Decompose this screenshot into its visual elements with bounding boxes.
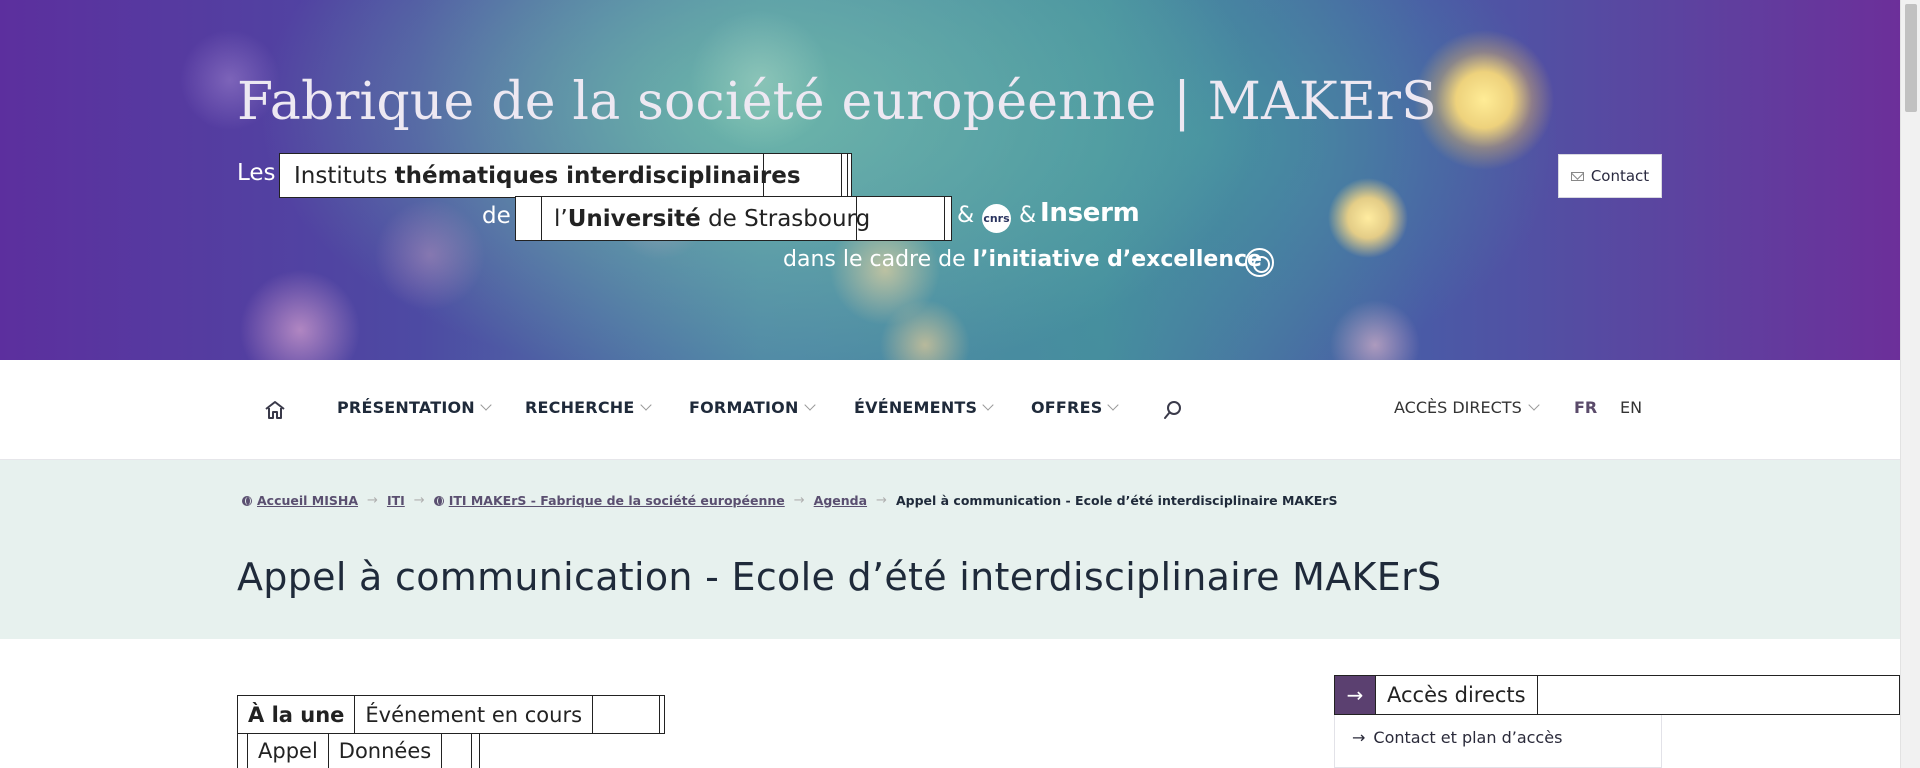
tab-appel[interactable]: Appel bbox=[248, 734, 329, 768]
chevron-down-icon bbox=[480, 399, 492, 411]
arrow-right-icon: → bbox=[876, 493, 887, 508]
universite-box: l’ Université de Strasbourg bbox=[515, 196, 952, 241]
site-title[interactable]: Fabrique de la société européenne | MAKE… bbox=[237, 72, 1437, 132]
ampersand: & bbox=[1019, 203, 1037, 228]
nav-label: FORMATION bbox=[689, 398, 799, 417]
box-cell bbox=[857, 197, 945, 240]
thematiques-label: thématiques interdisciplinaires bbox=[394, 162, 801, 189]
arrow-right-icon: → bbox=[1335, 676, 1375, 714]
chevron-down-icon bbox=[1528, 399, 1540, 411]
chevron-down-icon bbox=[1107, 399, 1120, 411]
title-band: Accueil MISHA → ITI → ITI MAKErS - Fabri… bbox=[0, 460, 1900, 639]
instituts-text: Instituts thématiques interdisciplinaire… bbox=[280, 154, 801, 197]
globe-icon bbox=[433, 495, 444, 506]
arrow-right-icon: → bbox=[1352, 728, 1366, 747]
tab-empty-cell bbox=[442, 734, 473, 768]
tagline-les: Les bbox=[237, 160, 276, 186]
cnrs-logo: cnrs bbox=[982, 204, 1011, 233]
header-banner: Fabrique de la société européenne | MAKE… bbox=[0, 0, 1900, 360]
box-cell bbox=[842, 154, 848, 197]
arrow-right-icon: → bbox=[793, 493, 805, 508]
box-cell bbox=[764, 154, 842, 197]
lang-fr[interactable]: FR bbox=[1574, 398, 1597, 417]
inserm-logo: Inserm bbox=[1040, 198, 1140, 228]
universite-label: Université bbox=[567, 205, 701, 232]
de-strasbourg-label: de Strasbourg bbox=[708, 205, 871, 232]
universite-text: l’ Université de Strasbourg bbox=[542, 197, 870, 240]
initiative-label: l’initiative d’excellence bbox=[972, 247, 1262, 272]
nav-label: PRÉSENTATION bbox=[337, 398, 475, 417]
tab-empty-cell bbox=[660, 696, 664, 733]
arrow-right-icon: → bbox=[367, 493, 378, 508]
breadcrumb-link[interactable]: ITI bbox=[387, 493, 405, 508]
instituts-box: Instituts thématiques interdisciplinaire… bbox=[279, 153, 852, 198]
nav-label: OFFRES bbox=[1031, 398, 1103, 417]
mail-icon bbox=[1570, 171, 1584, 181]
tagline-de: de bbox=[482, 203, 511, 229]
acces-directs-title: Accès directs bbox=[1375, 676, 1538, 714]
nav-item-evenements[interactable]: ÉVÉNEMENTS bbox=[854, 398, 994, 417]
chevron-down-icon bbox=[639, 399, 652, 411]
home-icon[interactable] bbox=[264, 399, 286, 421]
nav-item-presentation[interactable]: PRÉSENTATION bbox=[337, 398, 492, 417]
lang-en[interactable]: EN bbox=[1620, 398, 1642, 417]
breadcrumb-link[interactable]: Accueil MISHA bbox=[257, 493, 358, 508]
box-cell bbox=[516, 197, 542, 240]
contact-label: Contact bbox=[1590, 167, 1650, 185]
chevron-down-icon bbox=[803, 399, 816, 411]
dans-le-cadre-label: dans le cadre de bbox=[783, 247, 966, 272]
nav-item-offres[interactable]: OFFRES bbox=[1031, 398, 1120, 417]
acces-directs-label: ACCÈS DIRECTS bbox=[1394, 398, 1522, 417]
nav-item-recherche[interactable]: RECHERCHE bbox=[525, 398, 652, 417]
globe-icon bbox=[242, 495, 252, 506]
arrow-right-icon: → bbox=[413, 493, 425, 508]
chevron-down-icon bbox=[982, 399, 994, 411]
link-label: Contact et plan d’accès bbox=[1373, 728, 1563, 747]
acces-directs-panel-header: → Accès directs bbox=[1334, 675, 1900, 715]
tab-evenement-en-cours[interactable]: Événement en cours bbox=[355, 696, 594, 733]
nav-item-formation[interactable]: FORMATION bbox=[689, 398, 816, 417]
l-apos: l’ bbox=[554, 205, 568, 232]
idex-icon bbox=[1245, 248, 1274, 277]
search-icon[interactable] bbox=[1163, 400, 1183, 420]
tab-donnees[interactable]: Données bbox=[329, 734, 443, 768]
tag-list-row2: Appel Données bbox=[237, 734, 481, 768]
tab-empty-cell bbox=[472, 734, 481, 768]
breadcrumb: Accueil MISHA → ITI → ITI MAKErS - Fabri… bbox=[242, 493, 1337, 508]
acces-directs-list: → Contact et plan d’accès bbox=[1334, 715, 1662, 768]
tag-list-row1: À la une Événement en cours bbox=[237, 695, 666, 734]
instituts-label: Instituts bbox=[294, 162, 388, 189]
nav-label: RECHERCHE bbox=[525, 398, 635, 417]
contact-button[interactable]: Contact bbox=[1558, 154, 1662, 198]
tab-empty-cell bbox=[593, 696, 661, 733]
tagline-dans: dans le cadre de l’initiative d’excellen… bbox=[783, 247, 1262, 272]
acces-directs-menu[interactable]: ACCÈS DIRECTS bbox=[1394, 398, 1540, 417]
scrollbar-thumb[interactable] bbox=[1905, 4, 1917, 112]
ampersand: & bbox=[957, 203, 975, 228]
breadcrumb-current: Appel à communication - Ecole d’été inte… bbox=[895, 493, 1338, 508]
page-title: Appel à communication - Ecole d’été inte… bbox=[237, 555, 1442, 599]
contact-plan-link[interactable]: → Contact et plan d’accès bbox=[1352, 728, 1562, 747]
main-nav: PRÉSENTATION RECHERCHE FORMATION ÉVÉNEME… bbox=[0, 360, 1900, 460]
scrollbar[interactable] bbox=[1900, 0, 1920, 768]
breadcrumb-link[interactable]: ITI MAKErS - Fabrique de la société euro… bbox=[449, 493, 785, 508]
tab-a-la-une[interactable]: À la une bbox=[238, 696, 356, 733]
nav-label: ÉVÉNEMENTS bbox=[854, 398, 978, 417]
tab-empty-cell bbox=[238, 734, 248, 768]
breadcrumb-link[interactable]: Agenda bbox=[814, 493, 867, 508]
